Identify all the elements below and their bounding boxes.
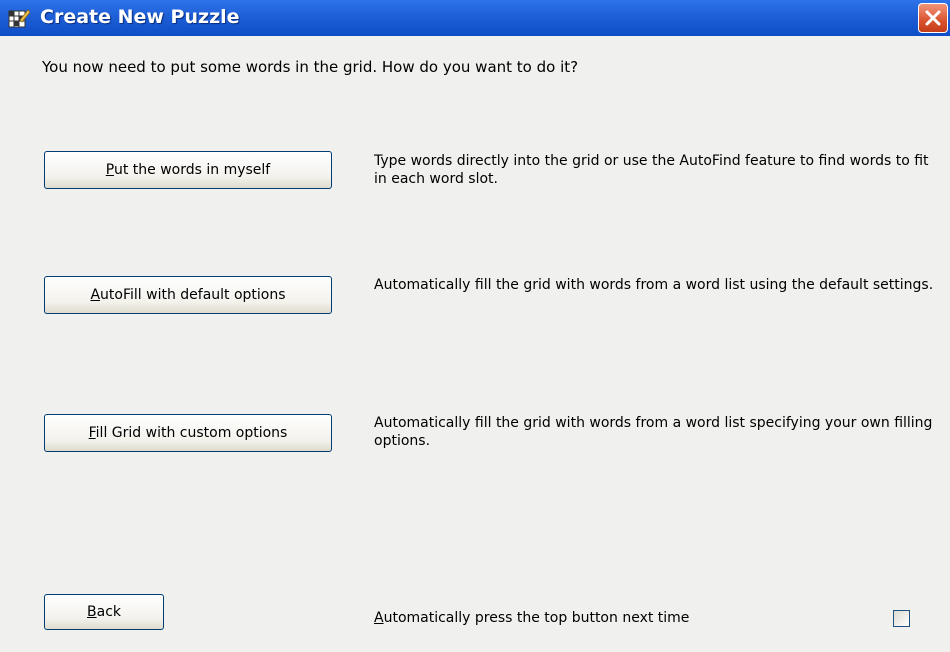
label-text: utomatically press the top button next t… — [383, 610, 690, 626]
button-hotkey: B — [87, 604, 97, 620]
put-words-myself-button[interactable]: Put the words in myself — [44, 151, 332, 189]
button-hotkey: P — [105, 162, 114, 178]
create-new-puzzle-dialog: Create New Puzzle You now need to put so… — [0, 0, 950, 652]
button-label: utoFill with default options — [100, 287, 286, 303]
button-label: ack — [96, 604, 121, 620]
button-hotkey: F — [88, 425, 96, 441]
intro-text: You now need to put some words in the gr… — [42, 58, 579, 76]
label-hotkey: A — [374, 610, 384, 626]
puzzle-grid-icon — [8, 9, 30, 28]
fill-grid-custom-button[interactable]: Fill Grid with custom options — [44, 414, 332, 452]
back-button[interactable]: Back — [44, 594, 164, 630]
close-icon — [925, 10, 941, 26]
fill-grid-custom-description: Automatically fill the grid with words f… — [374, 415, 933, 449]
autofill-default-button[interactable]: AutoFill with default options — [44, 276, 332, 314]
auto-press-checkbox[interactable] — [893, 610, 910, 627]
put-words-myself-description: Type words directly into the grid or use… — [374, 153, 929, 187]
button-label: ill Grid with custom options — [95, 425, 288, 441]
title-bar[interactable]: Create New Puzzle — [0, 0, 950, 36]
button-hotkey: A — [90, 287, 101, 303]
close-button[interactable] — [918, 3, 948, 33]
button-label: ut the words in myself — [113, 162, 271, 178]
window-title: Create New Puzzle — [40, 6, 240, 28]
auto-press-label[interactable]: Automatically press the top button next … — [374, 610, 689, 626]
autofill-default-description: Automatically fill the grid with words f… — [374, 277, 934, 293]
